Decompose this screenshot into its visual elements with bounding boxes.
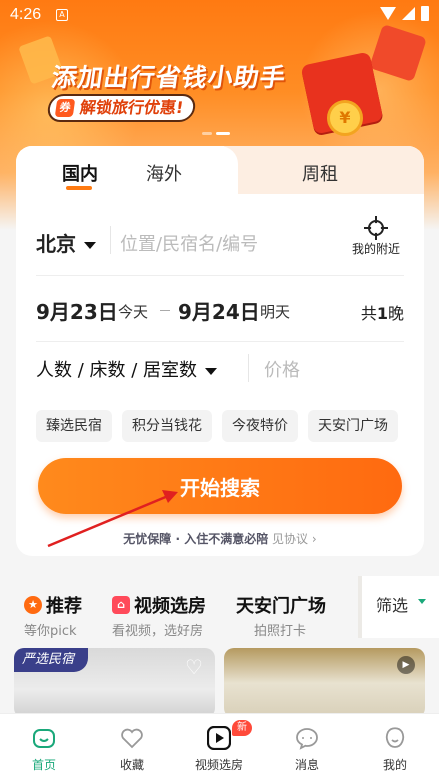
tab-domestic[interactable]: 国内 [62,160,98,186]
location-search-input[interactable]: 位置/民宿名/编号 [120,230,258,256]
nav-profile[interactable]: 我的 [351,714,439,773]
chevron-down-icon [205,367,218,375]
ticket-icon: 券 [54,99,76,117]
listing-card[interactable]: ▶ [224,648,425,718]
star-icon: ★ [24,596,42,614]
chip-premium-homestay[interactable]: 臻选民宿 [36,410,112,442]
checkin-date: 9月23日 [36,300,118,324]
video-play-icon: ▶ [397,656,415,674]
guests-label: 人数 / 床数 / 居室数 [36,360,198,381]
nav-label: 我的 [382,758,407,772]
profile-icon [385,727,405,748]
price-selector[interactable]: 价格 [264,356,300,382]
category-title: 推荐 [46,596,82,617]
category-subtitle: 看视频，选好房 [112,624,204,639]
location-row: 北京 位置/民宿名/编号 我的附近 [36,216,404,276]
category-tiananmen[interactable]: 天安门广场 拍照打卡 [236,592,326,639]
category-subtitle: 等你pick [24,624,77,639]
chip-points[interactable]: 积分当钱花 [122,410,212,442]
signal-icon [402,7,415,20]
status-bar: 4:26 A [0,0,439,30]
filter-caret-icon [418,599,426,604]
app-notification-icon: A [56,9,68,21]
wifi-icon [380,7,396,20]
start-search-button[interactable]: 开始搜索 [38,458,402,514]
category-title: 天安门广场 [236,596,326,617]
nav-messages[interactable]: 消息 [263,714,351,773]
coin-icon: ¥ [327,100,363,136]
search-card: 国内 海外 周租 北京 位置/民宿名/编号 我的附近 9月23日 今天 9月24… [16,146,424,556]
locate-icon [364,216,388,240]
new-badge: 新 [232,720,252,736]
banner-subtitle-text: 解锁旅行优惠! [78,98,185,117]
agreement-link[interactable]: 见协议 [272,532,308,546]
bottom-navigation: 首页 收藏 视频选房 消息 我的 [0,713,439,782]
nav-label: 首页 [31,758,56,772]
guests-selector[interactable]: 人数 / 床数 / 居室数 [36,356,218,382]
message-icon [296,728,318,750]
category-title: 视频选房 [134,596,206,617]
guests-row: 人数 / 床数 / 居室数 价格 [36,354,404,396]
listing-card[interactable]: 严选民宿 ♡ [14,648,215,718]
battery-icon [421,6,429,21]
filter-button[interactable]: 筛选 [358,576,439,638]
premium-badge: 严选民宿 [14,648,89,672]
banner-subtitle: 券 解锁旅行优惠! [46,94,198,122]
tab-weekly-rent[interactable]: 周租 [302,160,338,186]
active-tab-indicator [66,186,92,190]
nav-label: 收藏 [119,758,144,772]
category-recommend[interactable]: ★ 推荐 等你pick [24,592,82,639]
carousel-indicator [202,132,230,135]
filter-label: 筛选 [376,596,409,615]
chip-tiananmen[interactable]: 天安门广场 [308,410,398,442]
checkout-day: 明天 [260,303,291,321]
home-icon [33,729,55,748]
date-separator [160,310,170,311]
category-tabs: ★ 推荐 等你pick ⌂ 视频选房 看视频，选好房 天安门广场 拍照打卡 筛选 [0,576,439,639]
date-row[interactable]: 9月23日 今天 9月24日 明天 共1晚 [36,296,404,342]
chevron-right-icon: › [311,532,317,546]
heart-icon [121,728,143,749]
checkin-day: 今天 [118,303,149,321]
nav-label: 视频选房 [194,758,243,772]
chip-tonight-deal[interactable]: 今夜特价 [222,410,298,442]
guarantee-text: 无忧保障 · 入住不满意必陪 [123,532,269,546]
video-play-icon [207,726,231,750]
quick-filter-chips: 臻选民宿 积分当钱花 今夜特价 天安门广场 [36,410,424,442]
guarantee-notice[interactable]: 无忧保障 · 入住不满意必陪 见协议 › [16,530,424,547]
city-label: 北京 [36,232,76,256]
checkout-date: 9月24日 [178,300,260,324]
category-video-rooms[interactable]: ⌂ 视频选房 看视频，选好房 [112,592,206,639]
nights-count: 共1晚 [360,304,404,323]
search-tabs: 国内 海外 周租 [16,146,424,194]
nearby-button[interactable]: 我的附近 [348,216,404,257]
status-time: 4:26 [10,6,42,23]
category-subtitle: 拍照打卡 [254,624,307,639]
city-selector[interactable]: 北京 [36,228,96,257]
favorite-heart-icon[interactable]: ♡ [183,656,205,678]
nav-favorites[interactable]: 收藏 [88,714,176,773]
chevron-down-icon [84,242,96,249]
nav-label: 消息 [294,758,319,772]
nav-home[interactable]: 首页 [0,714,88,773]
video-house-icon: ⌂ [112,596,130,614]
nearby-label: 我的附近 [351,242,400,256]
banner-title: 添加出行省钱小助手 [49,63,288,92]
tab-overseas[interactable]: 海外 [146,160,182,186]
